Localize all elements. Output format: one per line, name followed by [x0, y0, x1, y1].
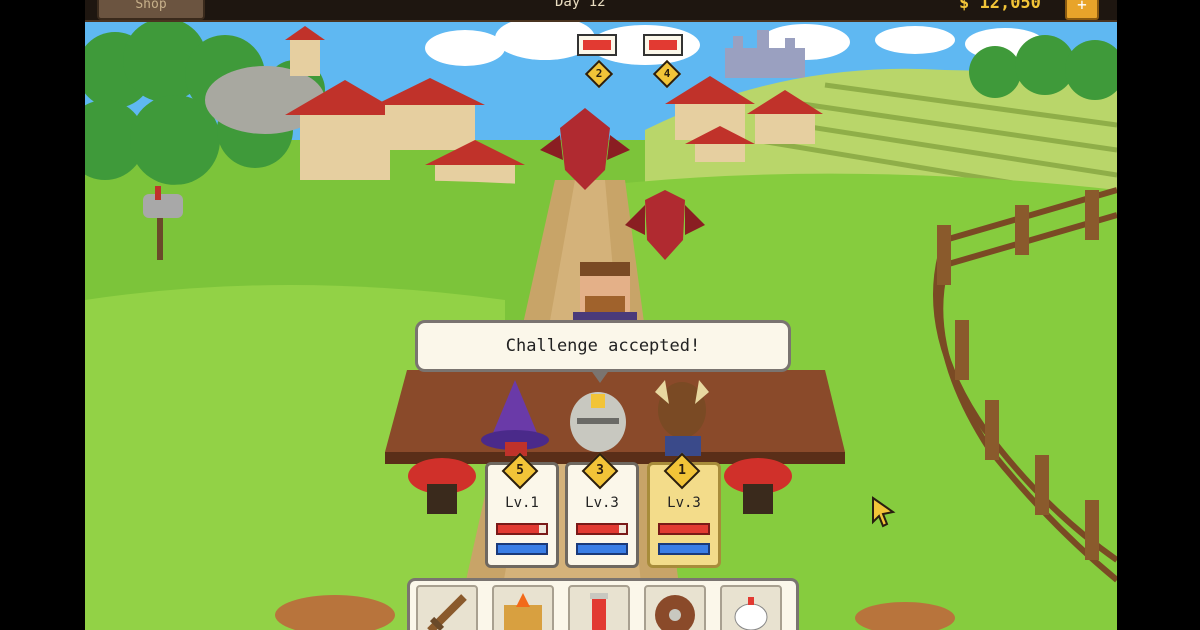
gold-counter: $ 12,050 [959, 0, 1041, 13]
dialogue-text: Challenge accepted! [505, 336, 701, 356]
game-master-icon [573, 262, 637, 326]
mana-fill [660, 545, 708, 553]
enemy-hp-bar [577, 34, 617, 56]
health-bar [658, 523, 710, 535]
health-bar [576, 523, 628, 535]
mana-fill [578, 545, 626, 553]
game-viewport[interactable]: Shop Day 12 $ 12,050 + 2 4 Challenge acc… [85, 0, 1117, 630]
enemy-hp-bar [643, 34, 683, 56]
shield-icon [655, 595, 695, 630]
shop-button[interactable]: Shop [97, 0, 205, 20]
spell-slot[interactable] [492, 585, 554, 630]
knight-helmet-icon [570, 392, 626, 452]
mana-bar [658, 543, 710, 555]
right-letterbox [1117, 0, 1200, 630]
health-bar [496, 523, 548, 535]
potion-icon [590, 593, 608, 630]
health-fill [498, 525, 539, 533]
enemy-hp-fill [649, 40, 677, 50]
health-fill [578, 525, 619, 533]
gold-amount: 12,050 [979, 0, 1041, 13]
enemy-hp-fill [583, 40, 611, 50]
mana-bar [496, 543, 548, 555]
health-fill [660, 525, 708, 533]
flee-slot[interactable] [720, 585, 782, 630]
sword-icon [427, 594, 467, 630]
buy-gold-button[interactable]: + [1065, 0, 1099, 20]
level-label: Lv.1 [505, 495, 539, 511]
defend-slot[interactable] [644, 585, 706, 630]
top-bar: Shop Day 12 $ 12,050 + [85, 0, 1117, 22]
mana-bar [576, 543, 628, 555]
mana-fill [498, 545, 546, 553]
action-toolbar [407, 578, 799, 630]
potion-slot[interactable] [568, 585, 630, 630]
level-label: Lv.3 [585, 495, 619, 511]
left-letterbox [0, 0, 85, 630]
speech-bubble[interactable]: Challenge accepted! [415, 320, 791, 383]
pointer-cursor-icon [872, 496, 896, 528]
spellbook-icon [504, 593, 542, 630]
attack-slot[interactable] [416, 585, 478, 630]
chicken-icon [734, 597, 768, 630]
day-counter: Day 12 [555, 0, 606, 10]
level-label: Lv.3 [667, 495, 701, 511]
